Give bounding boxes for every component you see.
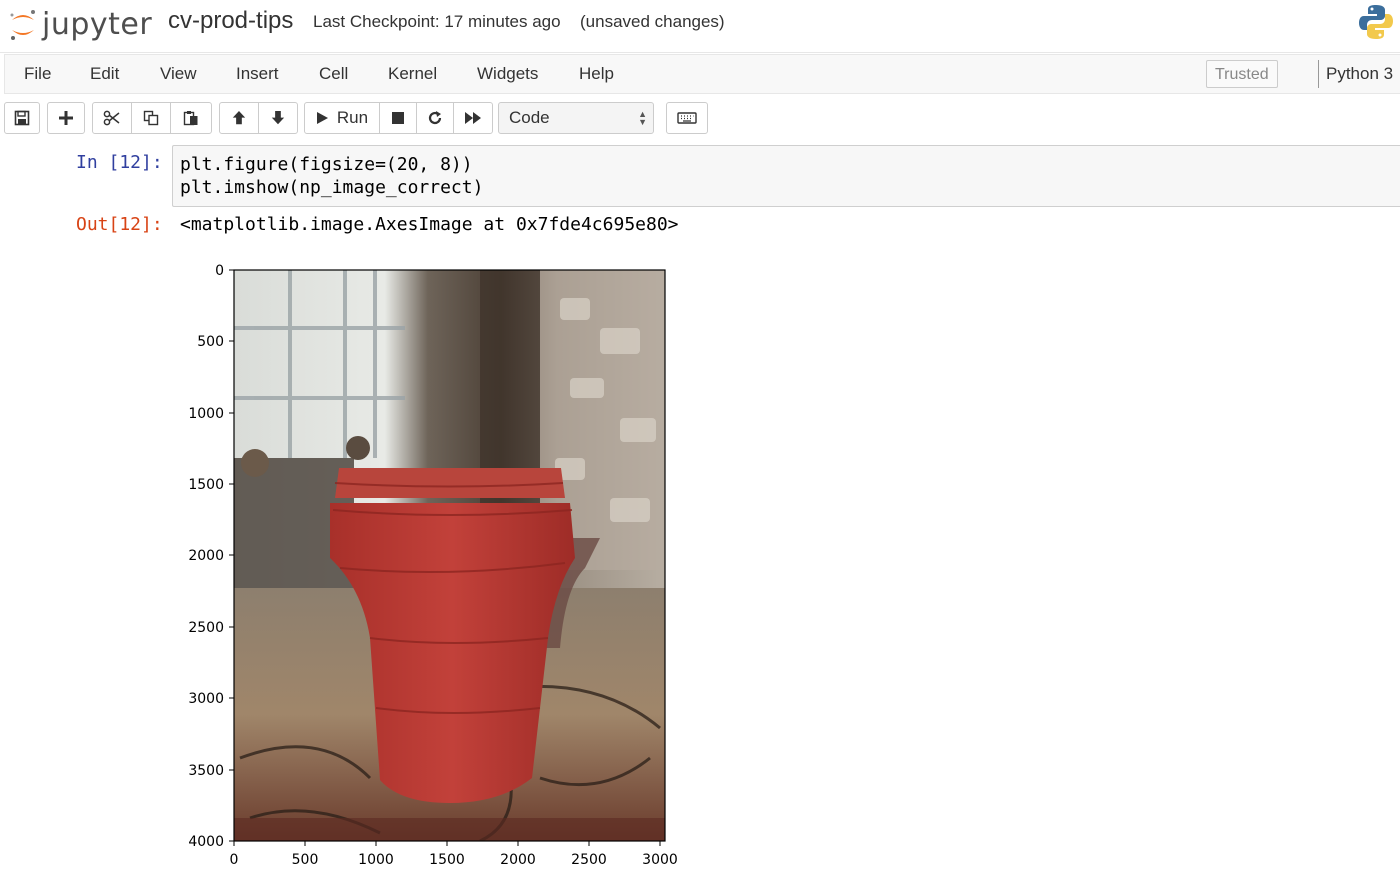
code-line: plt.imshow(np_image_correct) <box>180 177 484 198</box>
kernel-indicator[interactable]: Python 3 <box>1326 64 1393 84</box>
menu-insert[interactable]: Insert <box>236 64 279 84</box>
menu-help[interactable]: Help <box>579 64 614 84</box>
paste-button[interactable] <box>170 102 212 134</box>
code-line: plt.figure(figsize=(20, 8)) <box>180 154 473 175</box>
play-icon <box>316 112 328 124</box>
checkpoint-status: Last Checkpoint: 17 minutes ago <box>313 12 561 31</box>
save-icon <box>14 110 30 126</box>
python-logo-icon <box>1359 5 1393 39</box>
y-tick-label: 2000 <box>188 548 224 564</box>
restart-button[interactable] <box>416 102 454 134</box>
output-text: <matplotlib.image.AxesImage at 0x7fde4c6… <box>180 214 679 235</box>
y-axis: 0 500 1000 1500 2000 2500 3000 3500 4000 <box>188 263 234 850</box>
menu-file[interactable]: File <box>24 64 51 84</box>
x-tick-label: 2000 <box>500 852 536 868</box>
x-tick-label: 3000 <box>642 852 678 868</box>
imshow-figure: 0 500 1000 1500 2000 2500 3000 3500 4000… <box>188 263 678 868</box>
trusted-indicator[interactable]: Trusted <box>1206 60 1278 88</box>
photo-image <box>234 270 665 841</box>
notebook-toolbar: Run Code ▲ ▼ <box>0 100 1400 136</box>
y-tick-label: 500 <box>197 334 224 350</box>
copy-icon <box>143 110 159 126</box>
code-cell-editor[interactable]: plt.figure(figsize=(20, 8)) plt.imshow(n… <box>172 145 1400 207</box>
y-tick-label: 3500 <box>188 763 224 779</box>
x-axis: 0 500 1000 1500 2000 2500 3000 <box>230 841 678 868</box>
save-button[interactable] <box>4 102 40 134</box>
x-tick-label: 1500 <box>429 852 465 868</box>
y-tick-label: 2500 <box>188 620 224 636</box>
restart-run-all-button[interactable] <box>453 102 493 134</box>
scissors-icon <box>103 110 120 126</box>
menu-cell[interactable]: Cell <box>319 64 348 84</box>
interrupt-button[interactable] <box>379 102 417 134</box>
jupyter-logo[interactable]: jupyter <box>8 4 152 44</box>
command-palette-button[interactable] <box>666 102 708 134</box>
output-prompt: Out[12]: <box>76 214 163 235</box>
notebook-name[interactable]: cv-prod-tips <box>168 7 293 35</box>
menu-bar: File Edit View Insert Cell Kernel Widget… <box>4 54 1400 94</box>
cut-button[interactable] <box>92 102 132 134</box>
x-tick-label: 0 <box>230 852 239 868</box>
x-tick-label: 1000 <box>358 852 394 868</box>
y-tick-label: 3000 <box>188 691 224 707</box>
restart-icon <box>428 111 442 125</box>
jupyter-logo-text: jupyter <box>42 6 153 42</box>
arrow-up-icon <box>232 110 246 125</box>
y-tick-label: 0 <box>215 263 224 279</box>
y-tick-label: 4000 <box>188 834 224 850</box>
move-up-button[interactable] <box>219 102 259 134</box>
run-button[interactable]: Run <box>304 102 380 134</box>
menu-edit[interactable]: Edit <box>90 64 119 84</box>
x-tick-label: 2500 <box>571 852 607 868</box>
arrow-down-icon <box>271 110 285 125</box>
paste-icon <box>183 111 198 126</box>
move-down-button[interactable] <box>258 102 298 134</box>
copy-button[interactable] <box>131 102 171 134</box>
menu-kernel[interactable]: Kernel <box>388 64 437 84</box>
keyboard-icon <box>677 112 697 124</box>
menu-widgets[interactable]: Widgets <box>477 64 538 84</box>
cell-type-value: Code <box>509 108 550 127</box>
y-tick-label: 1500 <box>188 477 224 493</box>
kernel-divider <box>1318 60 1319 88</box>
stop-icon <box>392 112 404 124</box>
insert-cell-button[interactable] <box>47 102 85 134</box>
input-prompt: In [12]: <box>76 152 163 173</box>
run-label: Run <box>336 108 369 127</box>
select-arrows-icon: ▲ ▼ <box>638 109 647 127</box>
menu-view[interactable]: View <box>160 64 197 84</box>
cell-type-select[interactable]: Code ▲ ▼ <box>498 102 654 134</box>
notebook-header: jupyter cv-prod-tips Last Checkpoint: 17… <box>0 0 1400 53</box>
fast-forward-icon <box>465 112 481 124</box>
jupyter-logo-icon <box>10 10 35 40</box>
y-tick-label: 1000 <box>188 406 224 422</box>
plus-icon <box>59 111 73 125</box>
autosave-status: (unsaved changes) <box>580 12 725 31</box>
x-tick-label: 500 <box>292 852 319 868</box>
